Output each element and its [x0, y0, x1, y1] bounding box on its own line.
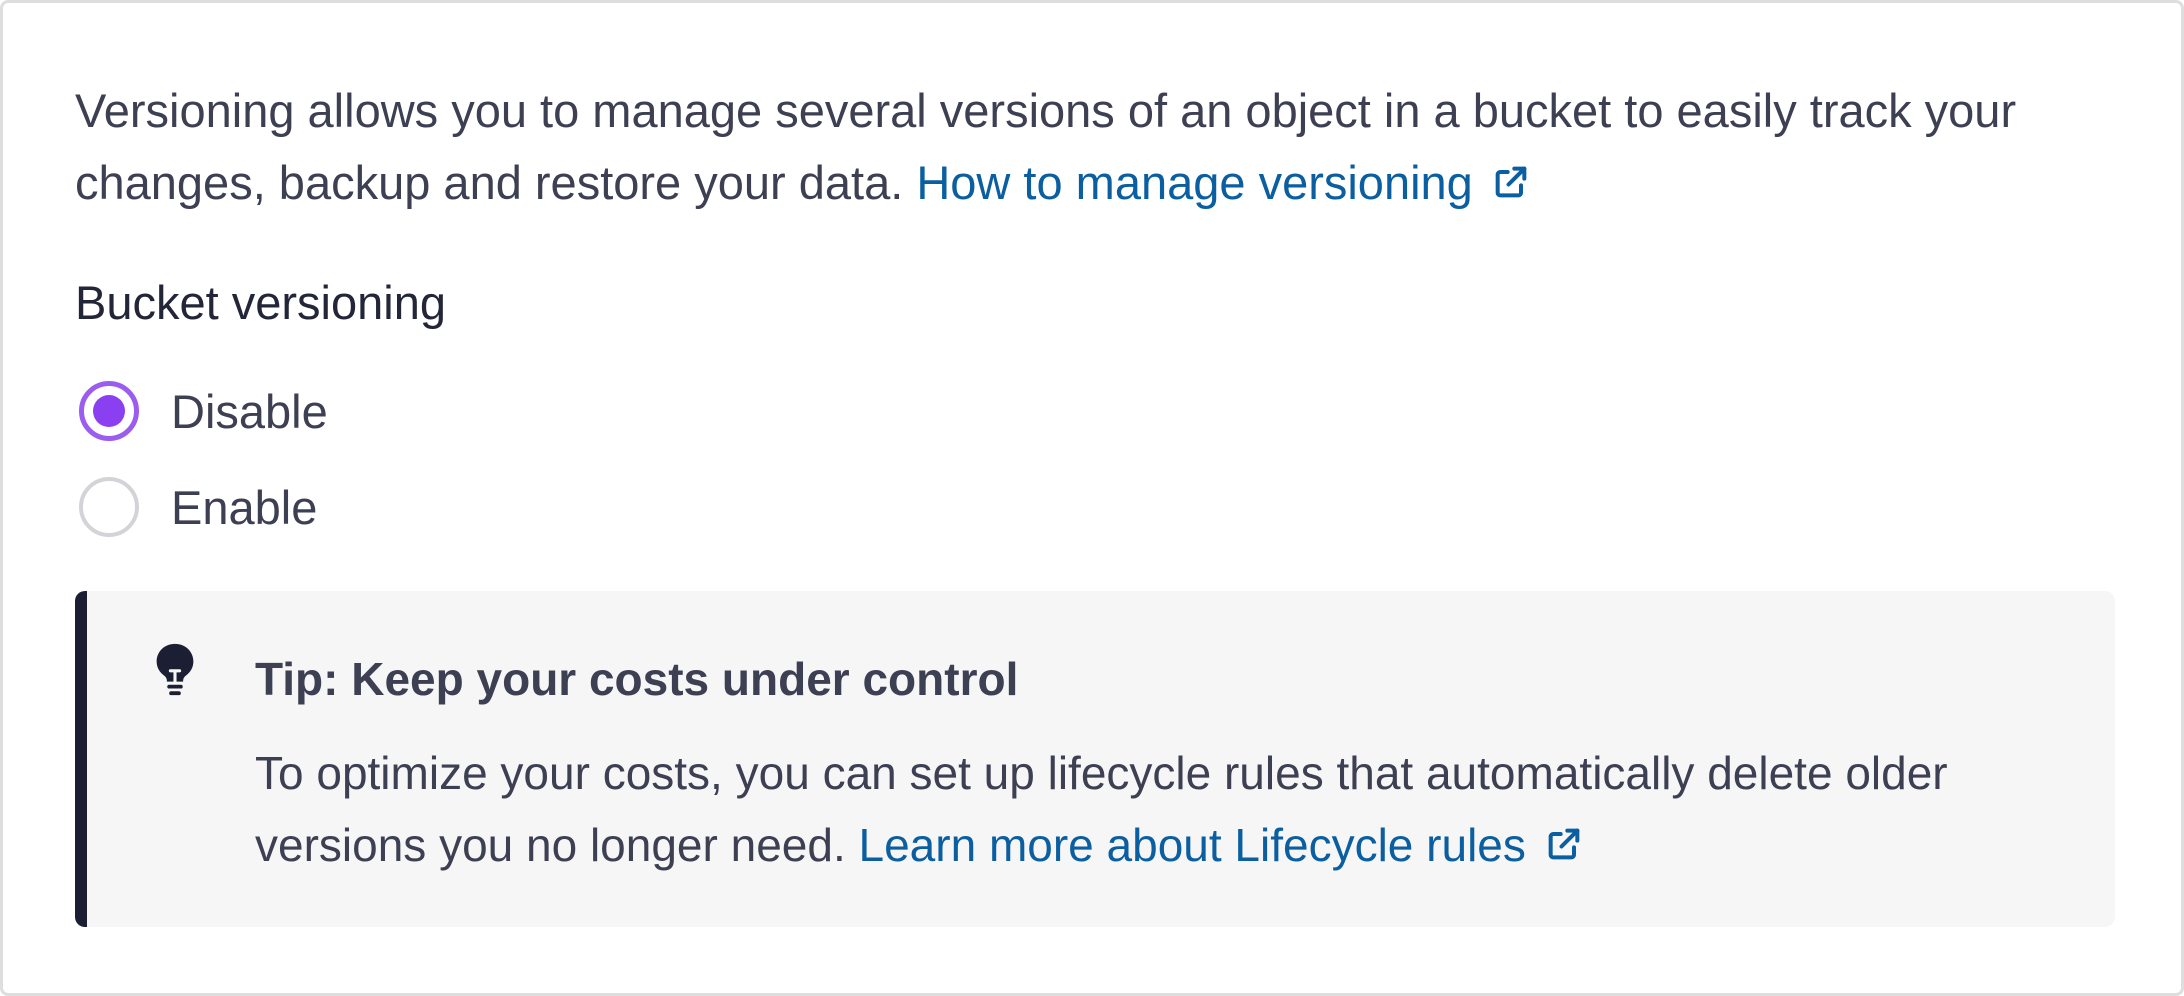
versioning-description: Versioning allows you to manage several …: [75, 75, 2135, 219]
radio-option-disable[interactable]: Disable: [79, 379, 328, 443]
lifecycle-rules-link-label: Learn more about Lifecycle rules: [858, 819, 1526, 871]
enable-radio-button[interactable]: [79, 477, 139, 537]
external-link-icon: [1548, 828, 1580, 860]
how-to-manage-versioning-link[interactable]: How to manage versioning: [916, 156, 1530, 209]
disable-radio-label[interactable]: Disable: [171, 384, 328, 439]
disable-radio-button[interactable]: [79, 381, 139, 441]
radio-option-enable[interactable]: Enable: [79, 475, 317, 539]
cost-tip-callout: Tip: Keep your costs under control To op…: [75, 591, 2115, 927]
versioning-panel: Versioning allows you to manage several …: [0, 0, 2184, 996]
lifecycle-rules-link[interactable]: Learn more about Lifecycle rules: [859, 819, 1584, 871]
external-link-icon: [1495, 166, 1527, 198]
lightbulb-icon: [156, 643, 194, 696]
bucket-versioning-title: Bucket versioning: [75, 276, 446, 329]
how-to-manage-versioning-link-label: How to manage versioning: [916, 156, 1473, 209]
enable-radio-label[interactable]: Enable: [171, 480, 317, 535]
tip-body: To optimize your costs, you can set up l…: [255, 737, 2075, 881]
tip-title: Tip: Keep your costs under control: [255, 653, 1019, 705]
